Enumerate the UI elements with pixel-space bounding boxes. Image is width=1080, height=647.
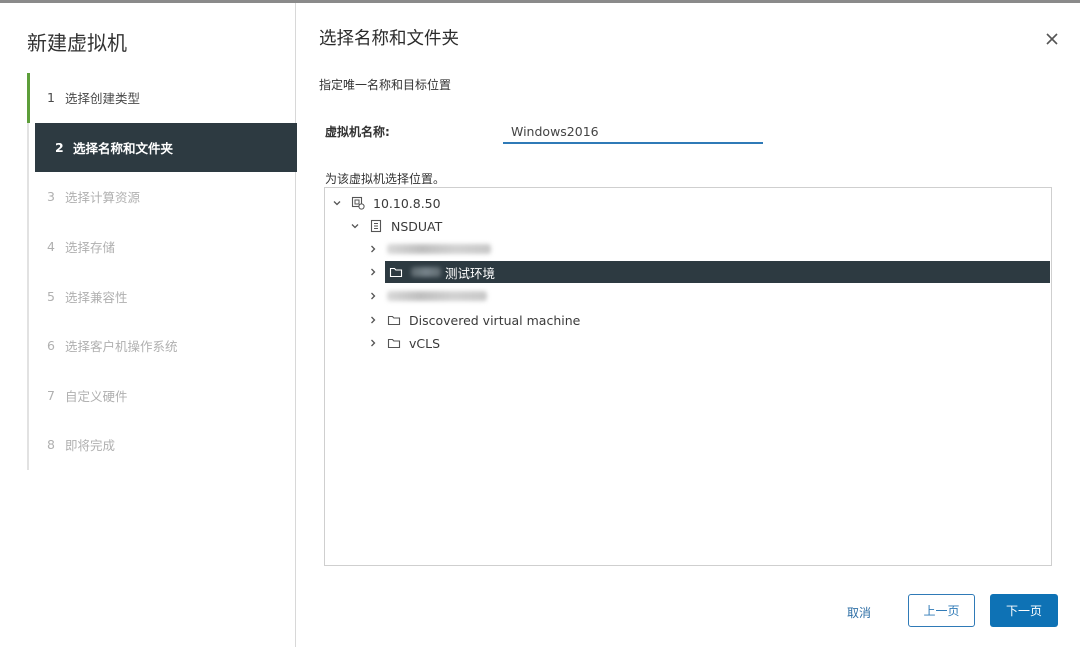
step-number: 3 — [47, 189, 55, 205]
vm-name-input[interactable] — [503, 121, 763, 144]
page-title: 选择名称和文件夹 — [319, 29, 459, 49]
wizard-title: 新建虚拟机 — [27, 31, 127, 55]
step-number: 1 — [47, 90, 55, 106]
step-1[interactable]: 1 选择创建类型 — [27, 73, 296, 123]
next-button[interactable]: 下一页 — [990, 594, 1058, 627]
step-number: 2 — [55, 139, 64, 155]
vcenter-icon — [351, 196, 365, 210]
chevron-right-icon[interactable] — [367, 314, 379, 326]
wizard-steps-list: 1 选择创建类型 2 选择名称和文件夹 3 选择计算资源 4 选择存储 5 选择… — [27, 73, 297, 470]
folder-icon — [387, 315, 401, 326]
step-number: 7 — [47, 387, 55, 403]
step-4: 4 选择存储 — [27, 222, 296, 272]
tree-node-label: vCLS — [409, 335, 441, 351]
tree-node-vcenter[interactable]: 10.10.8.50 — [331, 192, 441, 214]
tree-node-folder[interactable]: Discovered virtual machine — [367, 309, 580, 331]
tree-node-label: Discovered virtual machine — [409, 312, 581, 328]
chevron-down-icon[interactable] — [349, 220, 361, 232]
step-label: 选择计算资源 — [65, 190, 141, 206]
step-number: 4 — [47, 239, 55, 255]
tree-node-folder[interactable] — [367, 285, 487, 307]
tree-node-label: 测试环境 — [445, 265, 496, 281]
wizard-steps-panel: 新建虚拟机 1 选择创建类型 2 选择名称和文件夹 3 选择计算资源 4 选择存… — [0, 3, 297, 647]
folder-icon — [387, 338, 401, 349]
chevron-right-icon[interactable] — [367, 243, 379, 255]
step-number: 6 — [47, 338, 55, 354]
tree-node-folder[interactable]: vCLS — [367, 332, 440, 354]
vm-name-label: 虚拟机名称: — [325, 125, 390, 139]
folder-icon — [389, 267, 403, 278]
back-button[interactable]: 上一页 — [908, 594, 975, 627]
chevron-right-icon[interactable] — [367, 337, 379, 349]
step-label: 选择客户机操作系统 — [65, 339, 178, 355]
step-8: 8 即将完成 — [27, 420, 296, 470]
step-number: 5 — [47, 288, 55, 304]
step-label: 选择创建类型 — [65, 91, 141, 107]
page-subtitle: 指定唯一名称和目标位置 — [319, 78, 452, 92]
step-label: 选择兼容性 — [65, 289, 128, 305]
step-label: 即将完成 — [65, 438, 116, 454]
cancel-button[interactable]: 取消 — [847, 604, 871, 621]
step-6: 6 选择客户机操作系统 — [27, 321, 296, 371]
close-icon[interactable] — [1044, 31, 1060, 47]
chevron-right-icon[interactable] — [367, 266, 379, 278]
tree-node-folder[interactable] — [367, 238, 491, 260]
tree-node-folder-selected[interactable]: 测试环境 — [385, 261, 1050, 283]
tree-node-label: NSDUAT — [391, 218, 443, 234]
location-tree: 10.10.8.50 NSDUAT 测试环境 Discovered virtua… — [324, 187, 1052, 566]
step-label: 选择名称和文件夹 — [73, 140, 174, 156]
redacted-folder-prefix — [411, 267, 441, 277]
step-2[interactable]: 2 选择名称和文件夹 — [35, 122, 297, 173]
tree-node-label: 10.10.8.50 — [373, 195, 441, 211]
step-label: 自定义硬件 — [65, 388, 128, 404]
tree-node-datacenter[interactable]: NSDUAT — [349, 215, 442, 237]
chevron-down-icon[interactable] — [331, 197, 343, 209]
step-5: 5 选择兼容性 — [27, 271, 296, 321]
wizard-content: 选择名称和文件夹 指定唯一名称和目标位置 虚拟机名称: 为该虚拟机选择位置。 1… — [296, 3, 1080, 647]
datacenter-icon — [370, 219, 382, 233]
chevron-right-icon[interactable] — [367, 290, 379, 302]
location-label: 为该虚拟机选择位置。 — [325, 172, 446, 186]
step-7: 7 自定义硬件 — [27, 371, 296, 421]
redacted-folder-name — [387, 291, 487, 301]
step-3: 3 选择计算资源 — [27, 172, 296, 222]
redacted-folder-name — [387, 244, 491, 254]
step-label: 选择存储 — [65, 240, 116, 256]
new-vm-dialog: 新建虚拟机 1 选择创建类型 2 选择名称和文件夹 3 选择计算资源 4 选择存… — [0, 0, 1080, 647]
step-number: 8 — [47, 437, 55, 453]
